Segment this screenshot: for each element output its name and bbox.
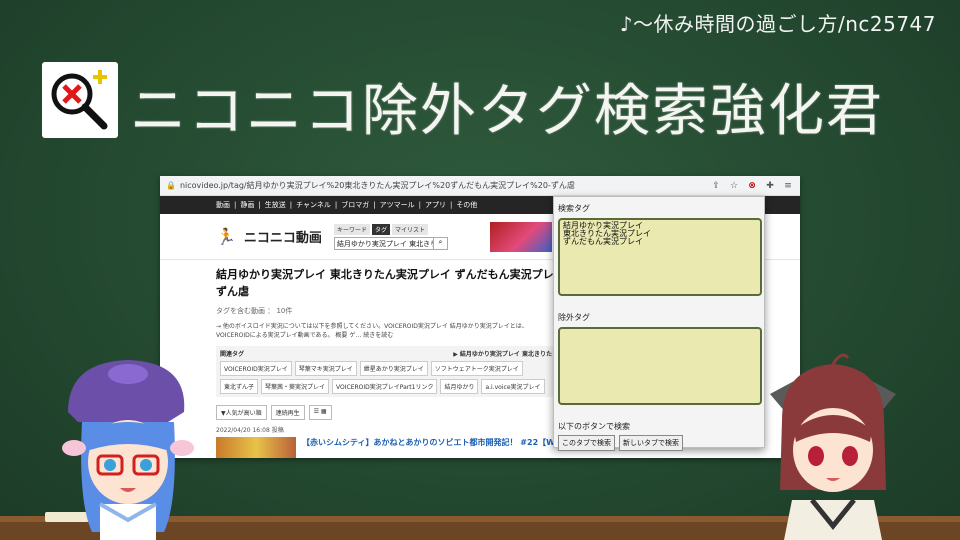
menu-icon[interactable]: ≡	[782, 181, 794, 191]
search-tab-tag[interactable]: タグ	[371, 223, 390, 235]
tag-description: → 他のボイスロイド実況については以下を参照してください。VOICEROID実況…	[216, 323, 528, 339]
related-tag[interactable]: ソフトウェアトーク実況プレイ	[430, 361, 523, 376]
related-tags-label: 関連タグ	[220, 351, 245, 358]
lock-icon: 🔒	[166, 181, 176, 190]
search-tags-textarea[interactable]: 結月ゆかり実況プレイ 東北きりたん実況プレイ ずんだもん実況プレイ	[558, 218, 762, 296]
ad-banner[interactable]	[490, 222, 552, 252]
nav-item[interactable]: ブロマガ	[341, 200, 369, 210]
related-tag[interactable]: a.i.voice実況プレイ	[481, 379, 545, 394]
share-icon[interactable]: ⇪	[710, 181, 722, 191]
related-tag[interactable]: 琴葉茜・葵実況プレイ	[261, 379, 330, 394]
related-tag[interactable]: 琴葉マキ実況プレイ	[294, 361, 357, 376]
nico-mascot-icon: 🏃	[216, 227, 236, 246]
search-tags-label: 検索タグ	[558, 204, 590, 213]
bookmark-star-icon[interactable]: ☆	[728, 181, 740, 191]
nav-item[interactable]: その他	[456, 200, 477, 210]
search-button[interactable]: ⌕	[433, 236, 448, 250]
search-new-tab-button[interactable]: 新しいタブで検索	[619, 435, 683, 451]
search-tab-mylist[interactable]: マイリスト	[391, 223, 428, 235]
main-title: ニコニコ除外タグ検索強化君	[130, 79, 884, 144]
search-area: キーワード タグ マイリスト 結月ゆかり実況プレイ 東北きり ⌕	[333, 223, 448, 250]
nav-item[interactable]: 動画	[216, 200, 230, 210]
app-logo-icon	[42, 62, 118, 138]
search-this-tab-button[interactable]: このタブで検索	[558, 435, 615, 451]
nico-logo[interactable]: ニコニコ動画	[244, 227, 322, 246]
exclude-tags-textarea[interactable]	[558, 327, 762, 405]
list-view-icon[interactable]: ☰ ▦	[308, 405, 332, 420]
url-text[interactable]: nicovideo.jp/tag/結月ゆかり実況プレイ%20東北きりたん実況プレ…	[180, 180, 710, 191]
related-tags-box: 関連タグ ▶ 結月ゆかり実況プレイ 東北きりた VOICEROID実況プレイ 琴…	[216, 346, 556, 397]
continuous-play-button[interactable]: 連続再生	[270, 405, 305, 420]
page-title: 結月ゆかり実況プレイ 東北きりたん実況プレイ ずんだもん実況プレイ -ずん虐	[216, 268, 574, 298]
nav-item[interactable]: 生放送	[265, 200, 286, 210]
nav-item[interactable]: アツマール	[380, 200, 415, 210]
nav-item[interactable]: 静画	[240, 200, 254, 210]
address-bar[interactable]: 🔒 nicovideo.jp/tag/結月ゆかり実況プレイ%20東北きりたん実況…	[160, 176, 800, 196]
related-tags-link[interactable]: ▶ 結月ゆかり実況プレイ 東北きりた	[453, 349, 552, 358]
nav-item[interactable]: チャンネル	[296, 200, 331, 210]
related-tag[interactable]: 結月ゆかり	[440, 379, 479, 394]
related-tag[interactable]: VOICEROID実況プレイPart1リンク	[332, 379, 438, 394]
sort-select[interactable]: ▼人気が高い順	[216, 405, 267, 420]
button-hint: 以下のボタンで検索	[558, 422, 630, 431]
character-left-illustration	[48, 352, 198, 540]
search-input[interactable]: 結月ゆかり実況プレイ 東北きり	[333, 236, 434, 250]
exclude-tags-label: 除外タグ	[558, 313, 590, 322]
extensions-puzzle-icon[interactable]: ✚	[764, 181, 776, 191]
nav-item[interactable]: アプリ	[425, 200, 446, 210]
related-tag[interactable]: 東北ずん子	[220, 379, 259, 394]
related-tag[interactable]: VOICEROID実況プレイ	[220, 361, 292, 376]
credit-text: ♪〜休み時間の過ごし方/nc25747	[619, 12, 936, 36]
video-thumbnail[interactable]	[216, 437, 296, 458]
extension-search-icon[interactable]: ⊗	[746, 181, 758, 191]
search-tab-keyword[interactable]: キーワード	[333, 223, 370, 235]
related-tag[interactable]: 紲星あかり実況プレイ	[359, 361, 428, 376]
extension-popup: 検索タグ 結月ゆかり実況プレイ 東北きりたん実況プレイ ずんだもん実況プレイ 除…	[553, 196, 765, 451]
character-right-illustration	[752, 350, 914, 540]
